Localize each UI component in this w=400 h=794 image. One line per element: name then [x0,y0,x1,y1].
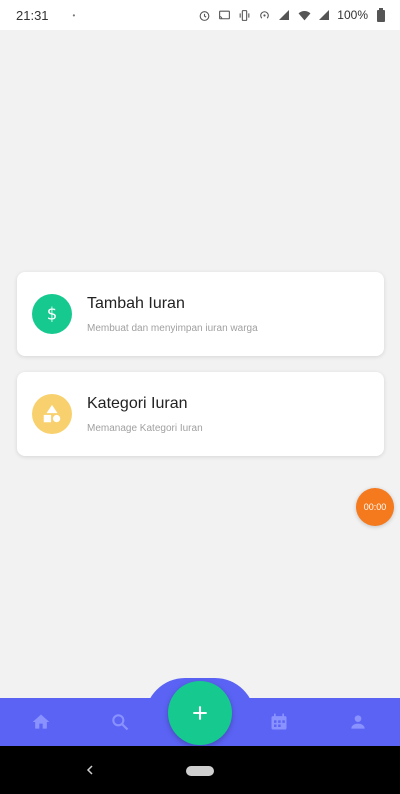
vibrate-icon [237,8,251,22]
status-time: 21:31 [16,7,49,23]
dollar-icon: $ [32,294,72,334]
hotspot-icon [257,8,271,22]
notification-dot: • [72,10,76,20]
cast-icon [217,8,231,22]
battery-percent: 100% [337,8,368,22]
status-bar: 21:31 • 100% [0,0,400,30]
signal-icon [277,8,291,22]
calendar-icon[interactable] [267,710,291,734]
wifi-icon [297,8,311,22]
card-title: Tambah Iuran [87,294,185,312]
search-icon[interactable] [108,710,132,734]
alarm-icon [197,8,211,22]
home-pill[interactable] [186,766,214,776]
menu-card-kategori-iuran[interactable]: Kategori Iuran Memanage Kategori Iuran [17,372,384,456]
back-icon[interactable] [80,760,100,780]
main-content [0,30,400,698]
svg-text:$: $ [47,305,58,324]
menu-card-tambah-iuran[interactable]: $ Tambah Iuran Membuat dan menyimpan iur… [17,272,384,356]
add-icon [193,706,207,720]
card-subtitle: Memanage Kategori Iuran [87,422,203,434]
add-button[interactable] [168,681,232,745]
home-icon[interactable] [29,710,53,734]
card-title: Kategori Iuran [87,394,188,412]
timer-bubble[interactable]: 00:00 [356,488,394,526]
person-icon[interactable] [346,710,370,734]
battery-icon [374,8,388,22]
card-subtitle: Membuat dan menyimpan iuran warga [87,322,258,334]
signal-icon [317,8,331,22]
shapes-icon [32,394,72,434]
